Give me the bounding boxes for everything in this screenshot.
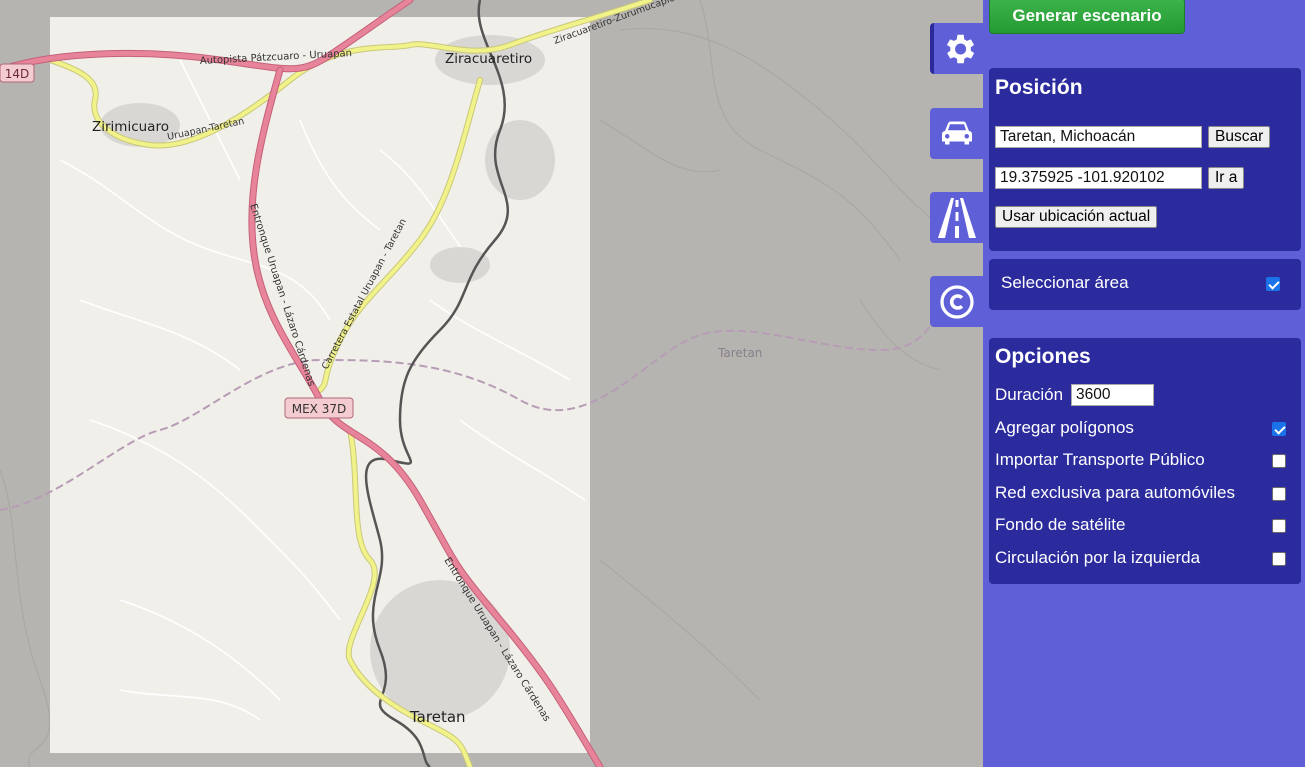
select-area-checkbox[interactable] <box>1266 277 1280 291</box>
tab-roads[interactable] <box>930 192 983 243</box>
road-icon <box>937 197 976 238</box>
satellite-background-label: Fondo de satélite <box>995 515 1126 534</box>
import-public-transport-checkbox[interactable] <box>1272 454 1286 468</box>
car-icon <box>941 121 972 144</box>
place-label-ziracuaretiro: Ziracuaretiro <box>445 51 532 67</box>
place-search-input[interactable] <box>995 126 1202 148</box>
highway-shield-14d: 14D <box>0 63 35 83</box>
satellite-background-checkbox[interactable] <box>1272 519 1286 533</box>
car-only-network-checkbox[interactable] <box>1272 487 1286 501</box>
svg-text:14D: 14D <box>5 67 30 81</box>
position-section: Posición Buscar Ir a Usar ubicación actu… <box>989 68 1301 251</box>
place-label-taretan-town: Taretan <box>409 708 466 726</box>
search-button[interactable]: Buscar <box>1208 126 1271 148</box>
place-label-taretan-municipality: Taretan <box>717 346 762 360</box>
highway-shield-mex37d: MEX 37D <box>284 397 354 419</box>
car-only-network-label: Red exclusiva para automóviles <box>995 483 1236 502</box>
import-public-transport-label: Importar Transporte Público <box>995 450 1205 469</box>
left-hand-traffic-checkbox[interactable] <box>1272 552 1286 566</box>
add-polygons-checkbox[interactable] <box>1272 422 1286 436</box>
generate-scenario-button[interactable]: Generar escenario <box>989 0 1185 34</box>
svg-text:MEX 37D: MEX 37D <box>292 402 346 416</box>
coordinates-input[interactable] <box>995 167 1202 189</box>
duration-label: Duración <box>995 385 1064 404</box>
left-hand-traffic-label: Circulación por la izquierda <box>995 548 1201 567</box>
place-label-zirimicuaro: Zirimicuaro <box>92 119 169 135</box>
copyright-icon <box>939 284 974 319</box>
tab-credits[interactable] <box>930 276 983 327</box>
go-to-button[interactable]: Ir a <box>1208 167 1245 189</box>
use-current-location-button[interactable]: Usar ubicación actual <box>995 206 1158 228</box>
tab-vehicles[interactable] <box>930 108 983 159</box>
gear-icon <box>946 34 974 63</box>
select-area-section: Seleccionar área <box>989 259 1301 310</box>
tab-settings[interactable] <box>930 23 983 74</box>
select-area-label: Seleccionar área <box>1001 273 1129 292</box>
control-panel: Generar escenario Posición Buscar Ir a U… <box>983 0 1305 767</box>
duration-input[interactable] <box>1071 384 1154 406</box>
options-section: Opciones Duración Agregar polígonos Impo… <box>989 338 1301 584</box>
position-title: Posición <box>995 76 1083 99</box>
options-title: Opciones <box>995 345 1091 368</box>
add-polygons-label: Agregar polígonos <box>995 418 1134 437</box>
